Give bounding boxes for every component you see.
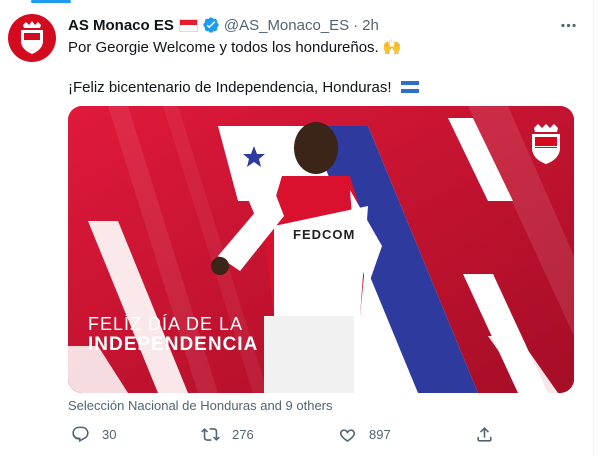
tweet-header: AS Monaco ES @AS_Monaco_ES · 2h xyxy=(68,15,379,35)
raised-hands-emoji: 🙌 xyxy=(382,39,402,56)
avatar[interactable] xyxy=(8,14,56,62)
tweet-text: ¡Feliz bicentenario de Independencia, Ho… xyxy=(68,79,392,96)
retweet-icon xyxy=(201,428,220,441)
share-button[interactable] xyxy=(475,425,494,444)
verified-badge-icon[interactable] xyxy=(202,16,220,34)
monaco-flag-icon xyxy=(178,18,198,32)
like-button[interactable]: 897 xyxy=(338,425,391,444)
tagged-users-link[interactable]: Selección Nacional de Honduras and 9 oth… xyxy=(68,398,333,413)
monaco-crest-icon xyxy=(21,21,43,54)
tweet-text-line-2: ¡Feliz bicentenario de Independencia, Ho… xyxy=(68,79,419,96)
reply-icon xyxy=(72,426,89,443)
display-name[interactable]: AS Monaco ES xyxy=(68,17,174,34)
tweet-text: Por Georgie Welcome y todos los hondureñ… xyxy=(68,39,379,56)
media-headline-line-1: FELÍZ DÍA DE LA xyxy=(88,314,244,334)
share-icon xyxy=(477,427,492,442)
more-dots-icon xyxy=(560,23,576,27)
honduras-flag-icon xyxy=(400,81,419,93)
heart-icon xyxy=(339,429,356,443)
user-handle[interactable]: @AS_Monaco_ES xyxy=(224,17,349,34)
jersey-sponsor-text: FEDCOM xyxy=(293,227,356,242)
separator-dot: · xyxy=(353,16,359,34)
like-count: 897 xyxy=(369,427,391,442)
reply-count: 30 xyxy=(102,427,117,442)
reply-button[interactable]: 30 xyxy=(71,425,116,444)
media-headline-line-2: INDEPENDENCIA xyxy=(88,334,259,355)
retweet-button[interactable]: 276 xyxy=(201,425,254,444)
selected-tab-indicator xyxy=(31,0,71,3)
more-options-button[interactable] xyxy=(556,13,580,37)
tweet-text-line-1: Por Georgie Welcome y todos los hondureñ… xyxy=(68,38,401,56)
column-border xyxy=(593,0,594,456)
tweet-media-image[interactable]: FEDCOM FELÍZ DÍA DE LA INDEPENDENCIA xyxy=(68,106,574,393)
tweet-action-bar: 30 276 897 xyxy=(68,425,588,447)
timestamp[interactable]: 2h xyxy=(362,17,379,34)
retweet-count: 276 xyxy=(232,427,254,442)
